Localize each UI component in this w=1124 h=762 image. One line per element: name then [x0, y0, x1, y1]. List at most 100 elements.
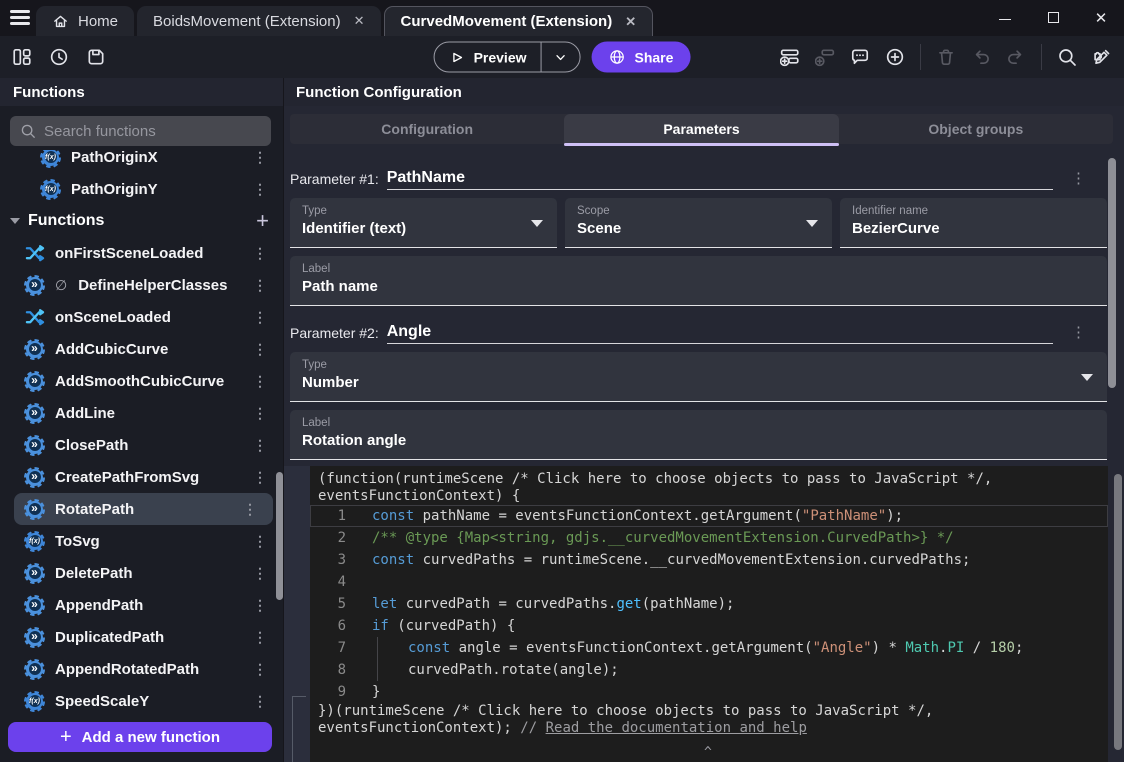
- function-item-pathoriginx[interactable]: f(x)PathOriginX⋮: [0, 150, 283, 173]
- maximize-button[interactable]: [1044, 11, 1062, 26]
- item-menu-button[interactable]: ⋮: [247, 309, 273, 326]
- sidebar-scrollbar[interactable]: [276, 472, 283, 600]
- item-menu-button[interactable]: ⋮: [247, 277, 273, 294]
- add-icon[interactable]: +: [256, 210, 269, 232]
- code-line-5[interactable]: 5let curvedPath = curvedPaths.get(pathNa…: [310, 593, 1108, 615]
- action-icon: »: [24, 659, 45, 680]
- type-select[interactable]: Type Number: [290, 352, 1107, 402]
- tab-boidsmovement-extension-[interactable]: BoidsMovement (Extension)✕: [137, 6, 381, 36]
- function-item-createpathfromsvg[interactable]: »CreatePathFromSvg⋮: [0, 461, 283, 493]
- label-input[interactable]: Label Rotation angle: [290, 410, 1107, 460]
- code-line-9[interactable]: 9}: [310, 681, 1108, 703]
- close-button[interactable]: ✕: [1092, 11, 1110, 26]
- main-menu-icon[interactable]: [10, 10, 30, 28]
- item-menu-button[interactable]: ⋮: [247, 341, 273, 358]
- toolbar-divider: [920, 44, 921, 70]
- collapse-triangle-icon[interactable]: [10, 218, 20, 224]
- tab-close-icon[interactable]: ✕: [625, 14, 636, 30]
- item-menu-button[interactable]: ⋮: [247, 405, 273, 422]
- function-item-appendrotatedpath[interactable]: »AppendRotatedPath⋮: [0, 653, 283, 685]
- action-icon: »: [24, 627, 45, 648]
- item-menu-button[interactable]: ⋮: [247, 533, 273, 550]
- minimize-button[interactable]: [996, 11, 1014, 26]
- parameters-scrollbar[interactable]: [1108, 158, 1116, 388]
- code-scrollbar[interactable]: [1114, 474, 1122, 750]
- code-line-1[interactable]: 1const pathName = eventsFunctionContext.…: [310, 505, 1108, 527]
- item-menu-button[interactable]: ⋮: [247, 469, 273, 486]
- parameter-menu-button[interactable]: ⋮: [1061, 323, 1090, 344]
- code-line-6[interactable]: 6if (curvedPath) {: [310, 615, 1108, 637]
- item-menu-button[interactable]: ⋮: [247, 373, 273, 390]
- expand-caret[interactable]: ^: [704, 745, 712, 760]
- functions-section-header[interactable]: Functions+: [0, 205, 283, 237]
- tab-home[interactable]: Home: [36, 6, 134, 36]
- function-item-onsceneloaded[interactable]: onSceneLoaded⋮: [0, 301, 283, 333]
- parameter-name-input[interactable]: Angle: [387, 323, 431, 340]
- edit-extension-icon[interactable]: [1092, 47, 1112, 67]
- search-icon[interactable]: [1057, 47, 1077, 67]
- lifecycle-icon: [24, 243, 45, 264]
- item-menu-button[interactable]: ⋮: [247, 597, 273, 614]
- history-icon[interactable]: [49, 47, 69, 67]
- function-item-addsmoothcubiccurve[interactable]: »AddSmoothCubicCurve⋮: [0, 365, 283, 397]
- parameter-menu-button[interactable]: ⋮: [1061, 169, 1090, 190]
- code-line-2[interactable]: 2/** @type {Map<string, gdjs.__curvedMov…: [310, 527, 1108, 549]
- tab-label: CurvedMovement (Extension): [401, 13, 613, 30]
- add-event-icon[interactable]: [780, 47, 800, 67]
- item-menu-button[interactable]: ⋮: [237, 501, 263, 518]
- function-item-rotatepath[interactable]: » RotatePath ⋮: [14, 493, 273, 525]
- item-menu-button[interactable]: ⋮: [247, 661, 273, 678]
- search-input[interactable]: [44, 123, 261, 140]
- item-menu-button[interactable]: ⋮: [247, 693, 273, 710]
- function-item-deletepath[interactable]: »DeletePath⋮: [0, 557, 283, 589]
- function-item-appendpath[interactable]: »AppendPath⋮: [0, 589, 283, 621]
- code-wrapper-line-top-2: eventsFunctionContext) {: [310, 488, 1108, 505]
- code-line-8[interactable]: 8curvedPath.rotate(angle);: [310, 659, 1108, 681]
- type-select[interactable]: Type Identifier (text): [290, 198, 557, 248]
- parameter-name-input[interactable]: PathName: [387, 169, 465, 186]
- function-item-tosvg[interactable]: f(x)ToSvg⋮: [0, 525, 283, 557]
- code-line-3[interactable]: 3const curvedPaths = runtimeScene.__curv…: [310, 549, 1108, 571]
- item-menu-button[interactable]: ⋮: [247, 437, 273, 454]
- function-item-duplicatedpath[interactable]: »DuplicatedPath⋮: [0, 621, 283, 653]
- item-menu-button[interactable]: ⋮: [247, 150, 273, 166]
- tab-configuration[interactable]: Configuration: [290, 114, 564, 144]
- item-menu-button[interactable]: ⋮: [247, 565, 273, 582]
- identifier-name-input[interactable]: Identifier name BezierCurve: [840, 198, 1107, 248]
- tab-curvedmovement-extension-[interactable]: CurvedMovement (Extension) ✕: [384, 6, 654, 36]
- add-circle-icon[interactable]: [885, 47, 905, 67]
- preview-options-chevron-icon[interactable]: [542, 49, 580, 65]
- add-subevent-icon: [815, 47, 835, 67]
- project-manager-icon[interactable]: [12, 47, 32, 67]
- undo-icon: [971, 47, 991, 67]
- function-item-pathoriginy[interactable]: f(x)PathOriginY⋮: [0, 173, 283, 205]
- function-item-closepath[interactable]: »ClosePath⋮: [0, 429, 283, 461]
- function-item-addline[interactable]: »AddLine⋮: [0, 397, 283, 429]
- item-menu-button[interactable]: ⋮: [247, 181, 273, 198]
- code-line-7[interactable]: 7const angle = eventsFunctionContext.get…: [310, 637, 1108, 659]
- code-line-4[interactable]: 4: [310, 571, 1108, 593]
- indent-guide: [377, 637, 408, 659]
- function-item-addcubiccurve[interactable]: »AddCubicCurve⋮: [0, 333, 283, 365]
- search-box[interactable]: [10, 116, 271, 146]
- action-icon: »: [24, 499, 45, 520]
- function-label: RotatePath: [55, 501, 227, 518]
- functions-panel: Functions f(x)PathOriginX⋮f(x)PathOrigin…: [0, 78, 283, 762]
- tab-object-groups[interactable]: Object groups: [839, 114, 1113, 144]
- function-item-onfirstsceneloaded[interactable]: onFirstSceneLoaded⋮: [0, 237, 283, 269]
- label-input[interactable]: Label Path name: [290, 256, 1107, 306]
- function-item-definehelperclasses[interactable]: »∅DefineHelperClasses⋮: [0, 269, 283, 301]
- tab-parameters[interactable]: Parameters: [564, 114, 838, 144]
- item-menu-button[interactable]: ⋮: [247, 245, 273, 262]
- preview-button[interactable]: Preview: [434, 42, 581, 73]
- save-icon[interactable]: [86, 47, 106, 67]
- share-button[interactable]: Share: [592, 42, 691, 73]
- item-menu-button[interactable]: ⋮: [247, 629, 273, 646]
- tab-close-icon[interactable]: ✕: [354, 13, 365, 29]
- expression-icon: f(x): [40, 150, 61, 168]
- add-comment-icon[interactable]: [850, 47, 870, 67]
- code-editor[interactable]: (function(runtimeScene /* Click here to …: [310, 466, 1108, 762]
- function-item-speedscaley[interactable]: f(x)SpeedScaleY⋮: [0, 685, 283, 717]
- add-function-button[interactable]: + Add a new function: [8, 722, 272, 752]
- scope-select[interactable]: Scope Scene: [565, 198, 832, 248]
